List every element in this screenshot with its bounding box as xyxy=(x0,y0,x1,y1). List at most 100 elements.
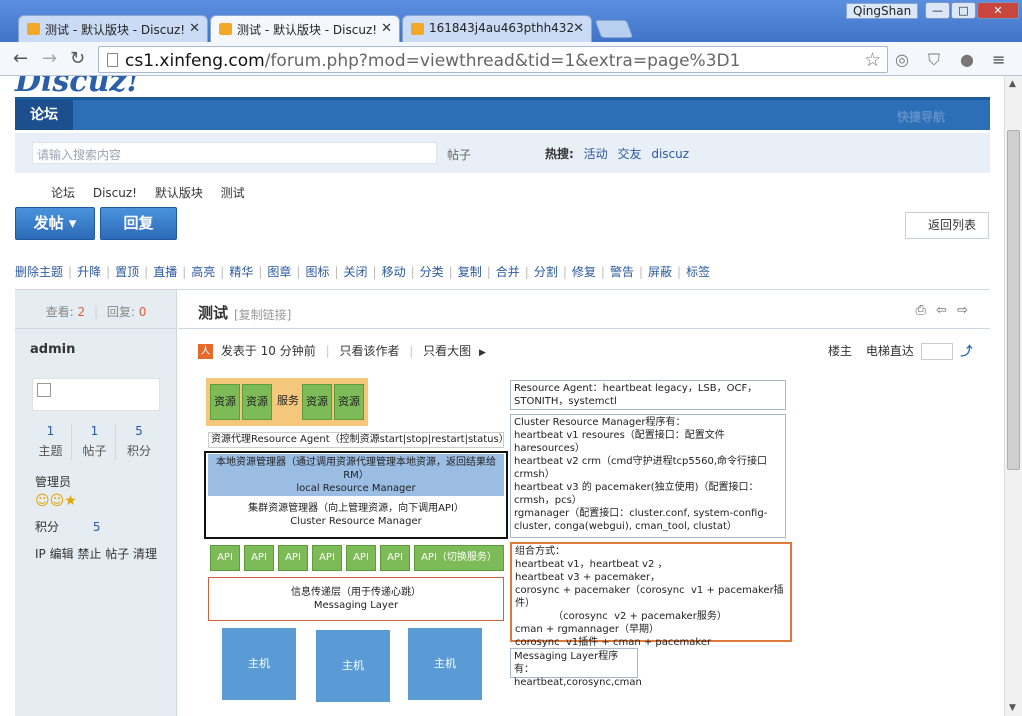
floor-input[interactable] xyxy=(920,343,953,360)
breadcrumb-item[interactable]: 论坛 xyxy=(51,186,75,200)
close-window-button[interactable]: ✕ xyxy=(977,2,1019,19)
mod-action-link[interactable]: 标签 xyxy=(686,263,710,280)
reply-button[interactable]: 回复 xyxy=(100,207,177,240)
close-tab-icon[interactable]: ✕ xyxy=(573,21,584,36)
mod-action-link[interactable]: 删除主题 xyxy=(15,263,63,280)
triangle-right-icon: ▶ xyxy=(479,348,486,358)
search-bar: 请输入搜索内容 帖子 热搜: 活动 交友 discuz xyxy=(15,133,990,173)
browser-tab[interactable]: 161843j4au463pthh432 ✕ xyxy=(402,15,592,42)
hot-search-label: 热搜: xyxy=(545,147,574,161)
author-name[interactable]: admin xyxy=(30,342,75,357)
back-to-list-button[interactable]: 返回列表 xyxy=(905,212,989,239)
mod-action-link[interactable]: 修复 xyxy=(572,263,596,280)
mod-action-link[interactable]: 置顶 xyxy=(115,263,139,280)
hot-search-link[interactable]: discuz xyxy=(651,147,689,161)
api-box: API xyxy=(312,545,342,571)
points-value: 5 xyxy=(92,520,101,534)
mod-action-link[interactable]: 关闭 xyxy=(344,263,368,280)
prev-thread-icon[interactable]: ⇦ xyxy=(936,303,947,318)
agent-bar: 资源代理Resource Agent（控制资源start|stop|restar… xyxy=(208,432,504,448)
scroll-up-icon[interactable]: ▲ xyxy=(1009,79,1016,89)
mod-action-link[interactable]: 合并 xyxy=(496,263,520,280)
image-favicon-icon xyxy=(411,23,424,35)
user-group[interactable]: 管理员 xyxy=(35,473,71,490)
api-box: API xyxy=(210,545,240,571)
new-post-button[interactable]: 发帖 ▾ xyxy=(15,207,95,240)
separator: | xyxy=(106,265,111,279)
breadcrumb-item[interactable]: 测试 xyxy=(221,186,245,200)
maximize-button[interactable]: □ xyxy=(951,2,976,19)
address-bar[interactable]: cs1.xinfeng.com/forum.php?mod=viewthread… xyxy=(98,46,888,73)
mod-action-link[interactable]: 分割 xyxy=(534,263,558,280)
star-icon: ★ xyxy=(64,493,77,509)
broken-image-icon xyxy=(37,383,51,397)
separator: | xyxy=(220,265,225,279)
separator: | xyxy=(524,265,529,279)
forward-arrow-icon[interactable]: → xyxy=(42,50,57,68)
mod-action-link[interactable]: 直播 xyxy=(153,263,177,280)
hot-search-link[interactable]: 活动 xyxy=(584,147,608,161)
scroll-down-icon[interactable]: ▼ xyxy=(1009,703,1016,713)
floor-label: 楼主 xyxy=(828,344,853,358)
new-tab-button[interactable] xyxy=(594,20,634,38)
avatar[interactable] xyxy=(32,378,160,411)
profile-name[interactable]: QingShan xyxy=(846,3,919,19)
crm-box: 集群资源管理器（向上管理资源，向下调用API） Cluster Resource… xyxy=(208,502,504,534)
copy-link[interactable]: [复制链接] xyxy=(234,306,291,323)
close-tab-icon[interactable]: ✕ xyxy=(189,21,200,36)
back-arrow-icon[interactable]: ← xyxy=(13,50,28,68)
bookmark-star-icon[interactable]: ☆ xyxy=(864,49,881,71)
browser-tab-active[interactable]: 测试 - 默认版块 - Discuz! ✕ xyxy=(210,15,400,43)
view-big-image-link[interactable]: 只看大图 xyxy=(423,344,471,358)
reload-icon[interactable]: ↻ xyxy=(70,50,85,68)
mod-action-link[interactable]: 警告 xyxy=(610,263,634,280)
stat-value: 5 xyxy=(135,424,143,438)
mod-action-link[interactable]: 升降 xyxy=(77,263,101,280)
mod-action-link[interactable]: 精华 xyxy=(229,263,253,280)
browser-tab[interactable]: 测试 - 默认版块 - Discuz! ✕ xyxy=(18,15,208,42)
points-row: 积分 5 xyxy=(35,518,100,535)
quick-nav-link[interactable]: 快捷导航 xyxy=(897,108,945,125)
breadcrumb-item[interactable]: 默认版块 xyxy=(155,186,203,200)
print-icon[interactable]: ⎙ xyxy=(916,303,926,318)
breadcrumb-item[interactable]: Discuz! xyxy=(93,186,137,200)
only-author-link[interactable]: 只看该作者 xyxy=(339,344,399,358)
post-image[interactable]: 资源 资源 服务 资源 资源 资源代理Resource Agent（控制资源st… xyxy=(204,378,796,716)
next-thread-icon[interactable]: ⇨ xyxy=(957,303,968,318)
hot-search: 热搜: 活动 交友 discuz xyxy=(545,145,689,162)
url-path: /forum.php?mod=viewthread&tid=1&extra=pa… xyxy=(264,51,741,71)
site-logo[interactable]: Discuz! xyxy=(15,76,140,99)
mod-action-link[interactable]: 屏蔽 xyxy=(648,263,672,280)
shield-icon[interactable]: ⛉ xyxy=(928,50,940,70)
minimize-button[interactable]: — xyxy=(925,2,950,19)
extension-icon[interactable]: ◎ xyxy=(895,50,909,69)
search-type-select[interactable]: 帖子 xyxy=(447,146,471,163)
search-input[interactable]: 请输入搜索内容 xyxy=(32,142,437,164)
nav-item-forum[interactable]: 论坛 xyxy=(15,100,73,130)
mod-action-link[interactable]: 高亮 xyxy=(191,263,215,280)
jump-go-icon[interactable]: ⤴ xyxy=(961,344,973,358)
stat-topics[interactable]: 1 主题 xyxy=(30,424,72,460)
separator: | xyxy=(562,265,567,279)
mod-action-link[interactable]: 图标 xyxy=(305,263,329,280)
mod-action-link[interactable]: 移动 xyxy=(382,263,406,280)
main-nav: 论坛 快捷导航 xyxy=(15,97,990,130)
scrollbar-thumb[interactable] xyxy=(1007,130,1020,470)
stat-posts[interactable]: 1 帖子 xyxy=(74,424,116,460)
mod-action-link[interactable]: 复制 xyxy=(458,263,482,280)
stat-points[interactable]: 5 积分 xyxy=(118,424,160,459)
mod-action-link[interactable]: 分类 xyxy=(420,263,444,280)
discuz-favicon-icon xyxy=(27,23,40,35)
stat-label: 积分 xyxy=(126,444,151,458)
api-switch-box: API（切换服务） xyxy=(414,545,504,571)
url-host: cs1.xinfeng.com xyxy=(125,51,265,71)
close-tab-icon[interactable]: ✕ xyxy=(381,21,392,36)
api-box: API xyxy=(380,545,410,571)
mod-action-link[interactable]: 图章 xyxy=(267,263,291,280)
hot-search-link[interactable]: 交友 xyxy=(617,147,641,161)
menu-icon[interactable]: ≡ xyxy=(992,50,1005,69)
tab-title: 161843j4au463pthh432 xyxy=(429,21,575,35)
vertical-scrollbar[interactable]: ▲ ▼ xyxy=(1004,76,1022,716)
extension-globe-icon[interactable]: ● xyxy=(960,50,974,69)
admin-actions[interactable]: IP 编辑 禁止 帖子 清理 xyxy=(35,545,157,562)
